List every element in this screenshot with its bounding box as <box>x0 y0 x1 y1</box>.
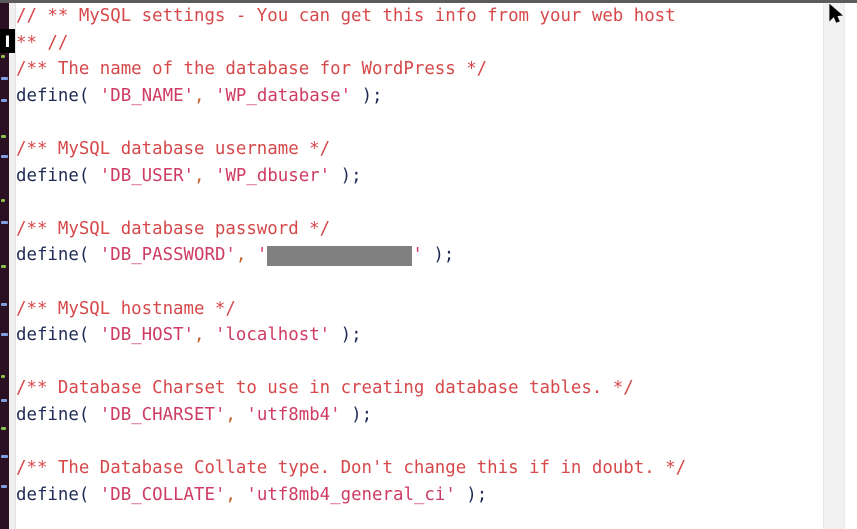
minimap-marker <box>1 135 6 138</box>
code-comment: /** MySQL database password */ <box>16 218 331 239</box>
code-content: // ** MySQL settings - You can get this … <box>16 3 686 508</box>
minimap-marker <box>1 485 7 488</box>
define-call: define( <box>16 404 90 425</box>
code-line: /** MySQL database password */ <box>16 216 686 243</box>
code-line: define( 'DB_PASSWORD', ' ' ); <box>16 242 686 269</box>
code-line: define( 'DB_NAME', 'WP_database' ); <box>16 83 686 110</box>
minimap-strip[interactable] <box>0 3 9 529</box>
string-value: 'utf8mb4_general_ci' <box>246 484 456 505</box>
code-line: ** // <box>16 30 686 57</box>
minimap-marker <box>1 333 8 336</box>
constant-name: 'DB_NAME' <box>99 85 195 106</box>
string-value: 'WP_dbuser' <box>214 165 331 186</box>
define-call: define( <box>16 165 90 186</box>
vertical-scrollbar[interactable] <box>823 3 845 529</box>
minimap-marker <box>1 55 5 58</box>
code-comment: /** MySQL database username */ <box>16 138 331 159</box>
code-line: define( 'DB_COLLATE', 'utf8mb4_general_c… <box>16 482 686 509</box>
code-comment: /** The Database Collate type. Don't cha… <box>16 458 687 479</box>
code-line: // ** MySQL settings - You can get this … <box>16 3 686 30</box>
svg-text:I: I <box>5 32 11 51</box>
code-comment: /** The name of the database for WordPre… <box>16 59 488 80</box>
minimap-marker <box>1 155 8 158</box>
argument-comma: , <box>194 85 205 106</box>
code-line: /** MySQL hostname */ <box>16 296 686 323</box>
minimap-marker <box>1 221 8 224</box>
argument-comma: , <box>235 245 247 266</box>
i-beam-text-cursor-icon: I <box>0 29 15 53</box>
argument-comma: , <box>194 325 205 346</box>
argument-comma: , <box>225 484 236 505</box>
define-call: define( <box>16 85 90 106</box>
code-line: /** MySQL database username */ <box>16 136 686 163</box>
code-line: /** The Database Collate type. Don't cha… <box>16 455 686 482</box>
constant-name: 'DB_HOST' <box>99 325 195 346</box>
constant-name: 'DB_USER' <box>99 165 195 186</box>
code-line: /** The name of the database for WordPre… <box>16 56 686 83</box>
minimap-marker <box>1 375 5 378</box>
string-quote-close: ' <box>412 245 423 266</box>
minimap-marker <box>1 303 7 306</box>
statement-tail: ); <box>455 484 488 505</box>
code-editor-surface[interactable]: // ** MySQL settings - You can get this … <box>16 3 825 529</box>
minimap-marker <box>1 265 6 268</box>
code-comment: /** MySQL hostname */ <box>16 298 236 319</box>
scrollbar-outer-margin <box>845 3 857 529</box>
statement-tail: ); <box>340 404 373 425</box>
string-quote-open: ' <box>256 245 268 266</box>
code-line: /** Database Charset to use in creating … <box>16 375 686 402</box>
code-comment: // ** MySQL settings - You can get this … <box>16 6 676 26</box>
code-comment: /** Database Charset to use in creating … <box>16 378 634 399</box>
code-comment: ** // <box>16 32 69 53</box>
define-call: define( <box>16 325 90 346</box>
define-call: define( <box>16 245 90 266</box>
code-line: define( 'DB_HOST', 'localhost' ); <box>16 322 686 349</box>
mouse-arrow-cursor-icon <box>828 3 844 24</box>
string-value: 'WP_database' <box>214 85 352 106</box>
statement-tail: ); <box>330 325 362 346</box>
window-top-bar <box>0 0 857 3</box>
code-editor-window: // ** MySQL settings - You can get this … <box>0 0 857 529</box>
minimap-marker <box>1 427 6 430</box>
statement-tail: ); <box>330 165 362 186</box>
define-call: define( <box>16 484 90 505</box>
argument-comma: , <box>225 404 236 425</box>
argument-comma: , <box>194 165 205 186</box>
statement-tail: ); <box>422 245 455 266</box>
string-value: 'utf8mb4' <box>246 404 341 425</box>
line-gutter <box>9 3 16 529</box>
constant-name: 'DB_COLLATE' <box>99 484 226 505</box>
code-line: define( 'DB_USER', 'WP_dbuser' ); <box>16 163 686 190</box>
minimap-marker <box>1 399 7 402</box>
redacted-password-value <box>267 246 413 267</box>
minimap-marker <box>1 77 8 80</box>
string-value: 'localhost' <box>214 325 331 346</box>
statement-tail: ); <box>351 85 383 106</box>
code-line: define( 'DB_CHARSET', 'utf8mb4' ); <box>16 402 686 429</box>
constant-name: 'DB_CHARSET' <box>99 404 226 425</box>
minimap-marker <box>1 99 7 102</box>
constant-name: 'DB_PASSWORD' <box>99 245 236 266</box>
minimap-marker <box>1 199 5 202</box>
minimap-marker <box>1 455 8 458</box>
